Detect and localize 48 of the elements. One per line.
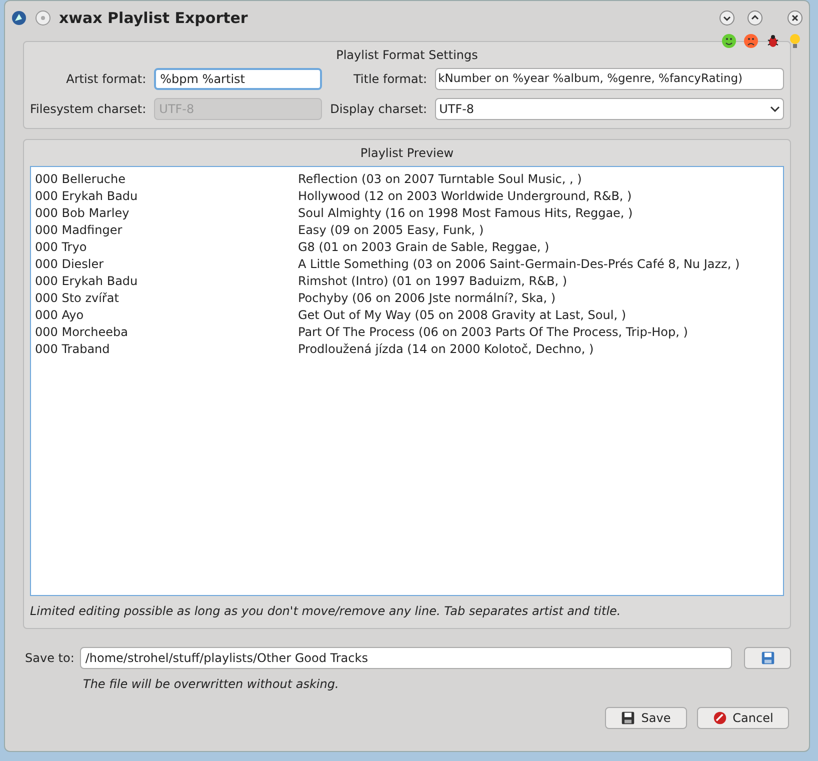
artist-text: 000 Erykah Badu — [35, 273, 139, 290]
title-text: G8 (01 on 2003 Grain de Sable, Reggae, ) — [298, 239, 550, 256]
field-label: Save to: — [25, 650, 74, 667]
artist-text: 000 Bob Marley — [35, 205, 130, 222]
title-text: A Little Something (03 on 2006 Saint-Germain-Des-Prés Café 8, Nu Jazz, ) — [298, 256, 740, 273]
section-title: Playlist Format Settings — [336, 48, 478, 62]
browse-button[interactable] — [744, 647, 791, 669]
artist-text: 000 Ayo — [35, 307, 85, 324]
chevron-down-icon — [770, 106, 780, 112]
artist-text: 000 Belleruche — [35, 171, 127, 188]
cancel-icon — [712, 711, 727, 725]
sad-face-icon[interactable] — [743, 33, 759, 49]
display-charset-dropdown[interactable]: UTF-8 — [435, 98, 784, 120]
artist-text: 000 Tryo — [35, 239, 88, 256]
artist-text: 000 Morcheeba — [35, 324, 130, 341]
window-title: xwax Playlist Exporter — [59, 8, 248, 29]
title-text: Prodloužená jízda (14 on 2000 Kolotoč, Dechno, ) — [298, 341, 594, 358]
lightbulb-icon[interactable] — [787, 33, 803, 49]
title-text: Rimshot (Intro) (01 on 1997 Baduizm, R&B, ) — [298, 273, 567, 290]
close-icon[interactable] — [787, 10, 803, 26]
artist-text: 000 Sto zvířat — [35, 290, 120, 307]
title-text: Hollywood (12 on 2003 Worldwide Underground, R&B, ) — [298, 188, 632, 205]
happy-face-icon[interactable] — [721, 33, 737, 49]
title-text: Part Of The Process (06 on 2003 Parts Of The Process, Trip-Hop, ) — [298, 324, 688, 341]
title-text: Soul Almighty (16 on 1998 Most Famous Hits, Reggae, ) — [298, 205, 633, 222]
artist-format-field[interactable]: %bpm %artist — [154, 68, 322, 90]
title-text: Pochyby (06 on 2006 Jste normální?, Ska, ) — [298, 290, 556, 307]
title-text: Reflection (03 on 2007 Turntable Soul Music, , ) — [298, 171, 582, 188]
hint-text: Limited editing possible as long as you don't move/remove any line. Tab separates artist and title. — [30, 604, 621, 618]
artist-text: 000 Traband — [35, 341, 111, 358]
field-label: Filesystem charset: — [30, 101, 146, 118]
minimize-icon[interactable] — [719, 10, 735, 26]
section-title: Playlist Preview — [360, 146, 454, 160]
save-path-field[interactable]: /home/strohel/stuff/playlists/Other Good Tracks — [80, 647, 732, 669]
title-format-field[interactable]: kNumber on %year %album, %genre, %fancyRating) — [435, 68, 784, 90]
save-button[interactable]: Save — [605, 707, 687, 729]
field-label: Display charset: — [330, 101, 428, 118]
artist-text: 000 Erykah Badu — [35, 188, 139, 205]
field-label: Title format: — [352, 71, 428, 88]
field-label: Artist format: — [65, 71, 146, 88]
title-text: Get Out of My Way (05 on 2008 Gravity at Last, Soul, ) — [298, 307, 626, 324]
cancel-button[interactable]: Cancel — [697, 707, 789, 729]
maximize-icon[interactable] — [747, 10, 763, 26]
title-text: Easy (09 on 2005 Easy, Funk, ) — [298, 222, 484, 239]
artist-text: 000 Diesler — [35, 256, 105, 273]
note-text: The file will be overwritten without asking. — [83, 677, 339, 691]
app-icon — [11, 10, 27, 26]
artist-text: 000 Madfinger — [35, 222, 124, 239]
